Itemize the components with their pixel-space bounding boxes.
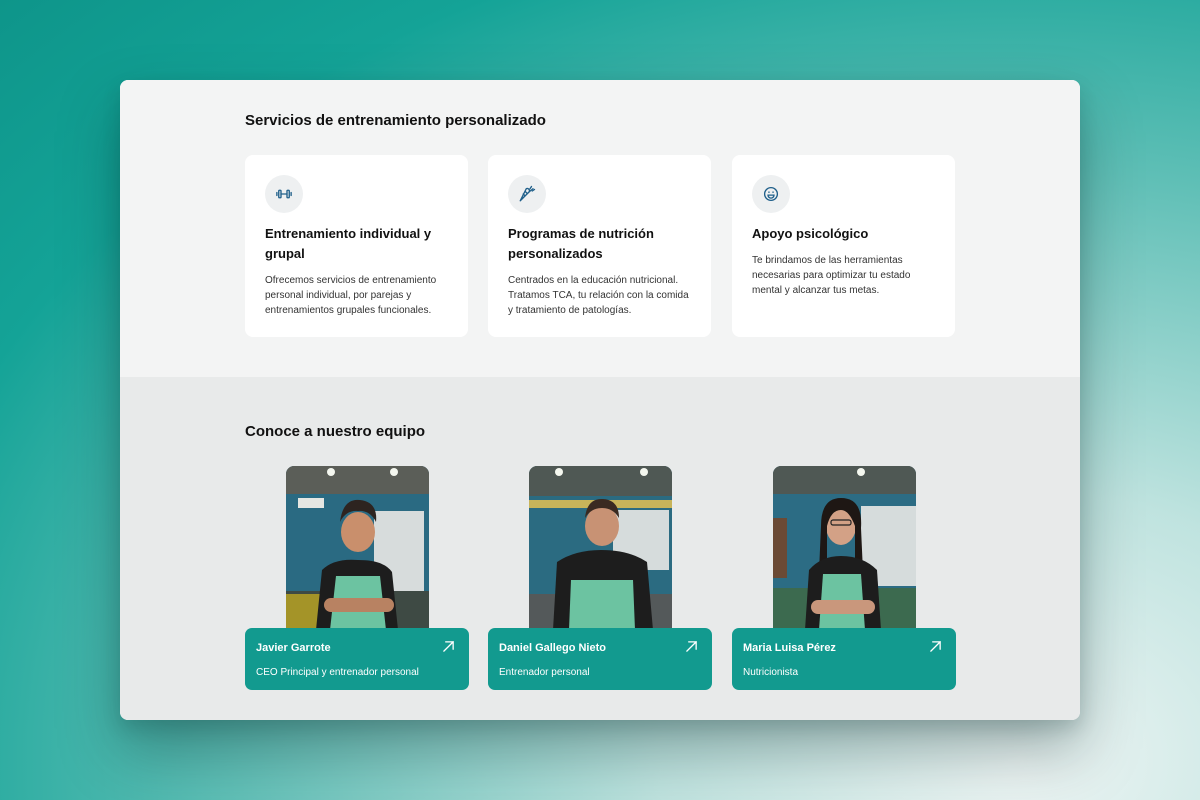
arrow-up-right-icon[interactable] — [929, 640, 942, 658]
service-card-description: Centrados en la educación nutricional. T… — [508, 275, 689, 316]
services-section: Servicios de entrenamiento personalizado… — [120, 80, 1080, 377]
service-card-description: Ofrecemos servicios de entrenamiento per… — [265, 275, 437, 316]
member-role: Nutricionista — [743, 667, 799, 678]
team-member-card[interactable]: Maria Luisa Pérez Nutricionista — [732, 466, 956, 690]
member-name: Daniel Gallego Nieto — [499, 642, 606, 654]
team-section: Conoce a nuestro equipo Javier Garrote C… — [120, 377, 1080, 720]
member-role: Entrenador personal — [499, 667, 590, 678]
service-card-title: Programas de nutrición personalizados — [508, 226, 654, 261]
member-info-plate: Maria Luisa Pérez Nutricionista — [732, 628, 956, 690]
member-role: CEO Principal y entrenador personal — [256, 667, 419, 678]
team-member-card[interactable]: Javier Garrote CEO Principal y entrenado… — [245, 466, 469, 690]
service-card-description: Te brindamos de las herramientas necesar… — [752, 255, 911, 296]
service-card-nutrition[interactable]: Programas de nutrición personalizados Ce… — [488, 155, 711, 337]
member-info-plate: Javier Garrote CEO Principal y entrenado… — [245, 628, 469, 690]
services-title: Servicios de entrenamiento personalizado — [245, 112, 546, 129]
smile-icon — [752, 175, 790, 213]
member-name: Javier Garrote — [256, 642, 331, 654]
member-photo — [286, 466, 429, 630]
member-photo — [773, 466, 916, 630]
arrow-up-right-icon[interactable] — [442, 640, 455, 658]
service-card-training[interactable]: Entrenamiento individual y grupal Ofrece… — [245, 155, 468, 337]
member-photo — [529, 466, 672, 630]
member-info-plate: Daniel Gallego Nieto Entrenador personal — [488, 628, 712, 690]
service-card-psychology[interactable]: Apoyo psicológico Te brindamos de las he… — [732, 155, 955, 337]
carrot-icon — [508, 175, 546, 213]
browser-window: Servicios de entrenamiento personalizado… — [120, 80, 1080, 720]
team-title: Conoce a nuestro equipo — [245, 423, 426, 440]
service-card-title: Apoyo psicológico — [752, 226, 869, 241]
member-name: Maria Luisa Pérez — [743, 642, 836, 654]
dumbbell-icon — [265, 175, 303, 213]
service-card-title: Entrenamiento individual y grupal — [265, 226, 432, 261]
team-member-card[interactable]: Daniel Gallego Nieto Entrenador personal — [488, 466, 712, 690]
arrow-up-right-icon[interactable] — [685, 640, 698, 658]
